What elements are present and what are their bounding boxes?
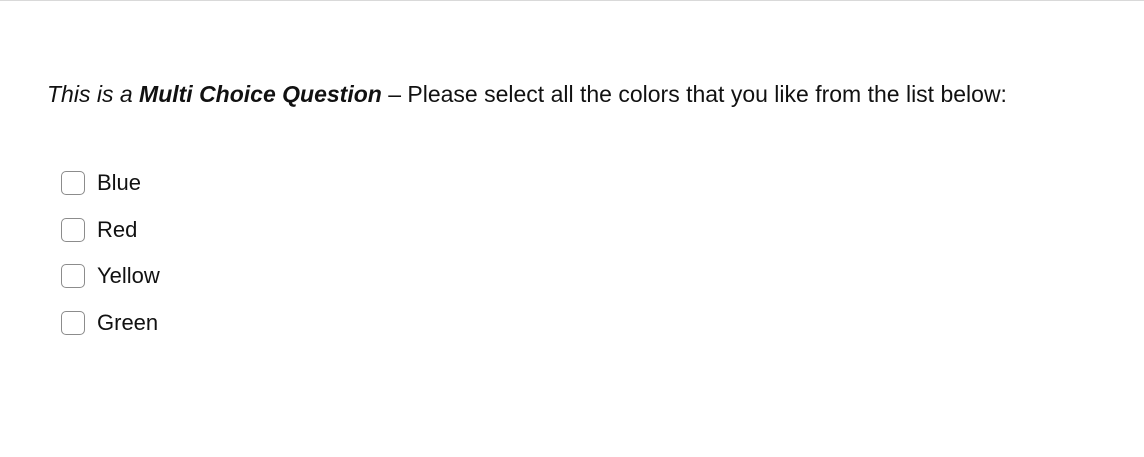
option-label-blue: Blue: [97, 170, 142, 195]
option-yellow[interactable]: Yellow: [61, 263, 160, 289]
checkbox-yellow[interactable]: [61, 264, 85, 289]
question-emphasis: Multi Choice Question: [139, 81, 382, 107]
checkbox-red[interactable]: [61, 217, 85, 242]
option-label-red: Red: [97, 216, 138, 242]
option-red[interactable]: Red: [61, 216, 160, 242]
option-green[interactable]: Green: [61, 310, 160, 336]
question-prefix: This is a: [47, 81, 140, 107]
option-blue[interactable]: Blue: [61, 171, 160, 195]
top-divider: [0, 0, 1144, 1]
checkbox-blue[interactable]: [61, 171, 85, 195]
checkbox-green[interactable]: [61, 311, 85, 336]
option-label-green: Green: [97, 310, 159, 336]
question-instruction: – Please select all the colors that you …: [381, 81, 1007, 107]
question-text: This is a Multi Choice Question – Please…: [47, 80, 1007, 108]
color-options-list: Blue Red Yellow Green: [61, 171, 160, 358]
option-label-yellow: Yellow: [97, 263, 160, 289]
